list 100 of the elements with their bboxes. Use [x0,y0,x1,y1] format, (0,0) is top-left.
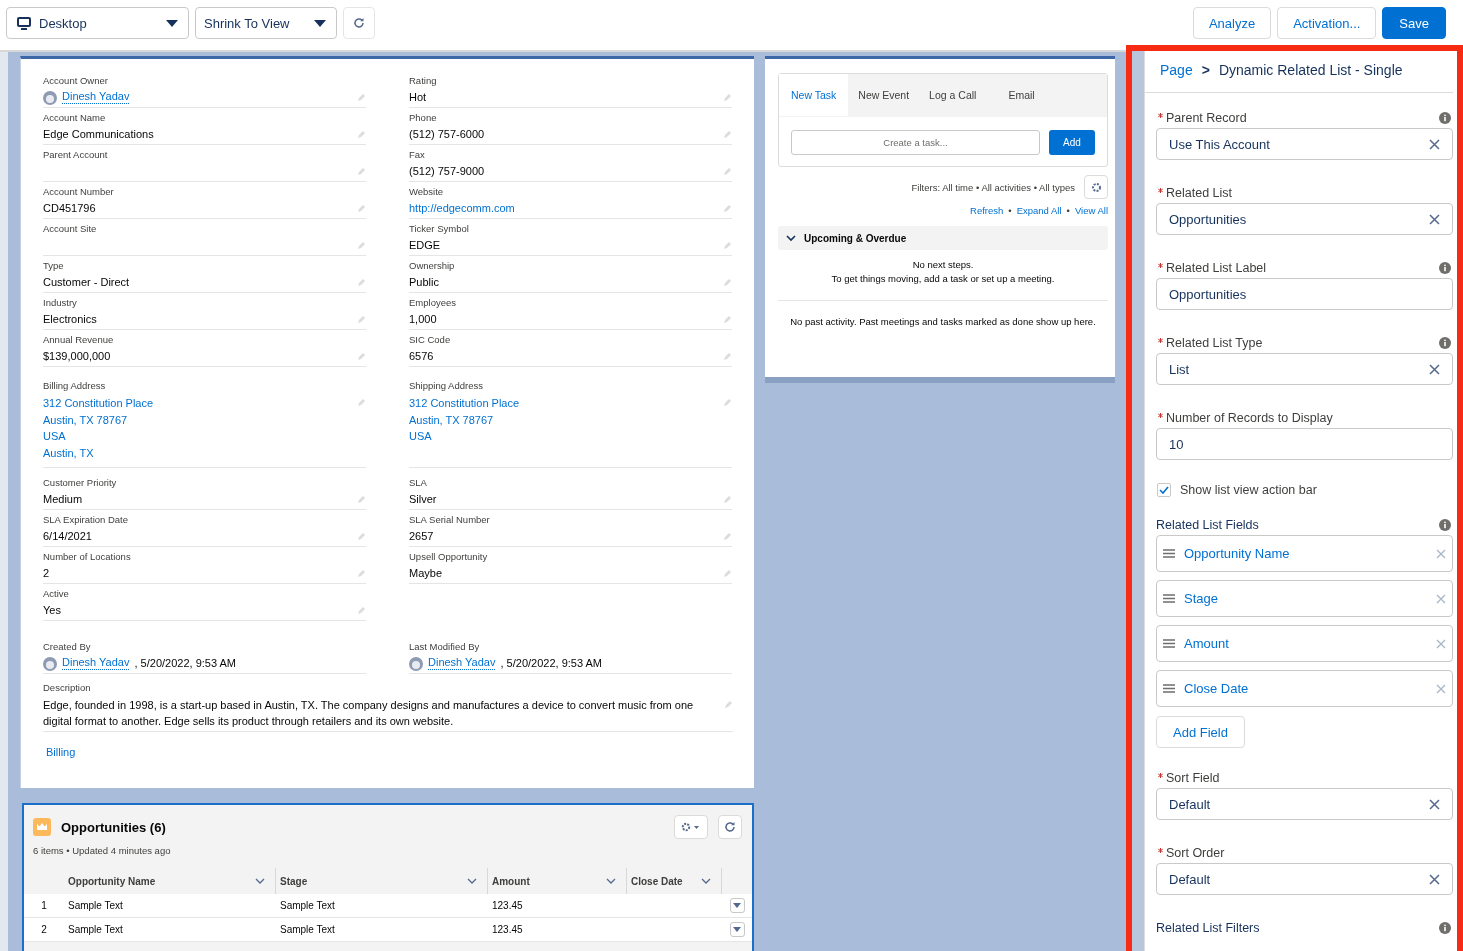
toolbar-button[interactable]: Analyze [1192,7,1272,39]
timestamp: , 5/20/2022, 9:53 AM [500,656,602,671]
pencil-icon[interactable] [723,315,732,324]
pencil-icon[interactable] [357,495,366,504]
pencil-icon[interactable] [723,495,732,504]
pencil-icon[interactable] [357,130,366,139]
pencil-icon[interactable] [357,606,366,615]
field-item[interactable]: Opportunity Name [1156,535,1453,572]
field-label: Active [43,588,70,600]
pencil-icon[interactable] [357,398,366,407]
clear-icon[interactable] [1429,363,1440,375]
pencil-icon[interactable] [723,241,732,250]
address-link[interactable]: USA [409,428,520,445]
user-link[interactable]: Dinesh Yadav [428,656,496,670]
pencil-icon[interactable] [357,167,366,176]
pencil-icon[interactable] [357,315,366,324]
pencil-icon[interactable] [723,398,732,407]
empty-message: No next steps. [912,258,974,272]
pencil-icon[interactable] [723,569,732,578]
clear-icon[interactable] [1429,213,1440,225]
address-link[interactable]: 312 Constitution Place [43,395,154,412]
pencil-icon[interactable] [357,352,366,361]
field-label: Billing Address [43,380,107,392]
remove-icon[interactable] [1436,638,1446,649]
refresh-button[interactable] [343,7,375,39]
remove-icon[interactable] [1436,548,1446,559]
info-icon[interactable] [1439,519,1451,531]
combobox[interactable]: Default [1156,863,1453,895]
billing-link[interactable]: Billing [46,746,76,758]
pencil-icon[interactable] [357,569,366,578]
combobox[interactable]: Default [1156,788,1453,820]
property-label: Sort Field [1166,771,1220,785]
info-icon[interactable] [1439,922,1451,934]
activity-link[interactable]: Expand All [1016,205,1062,216]
address-link[interactable]: Austin, TX 78767 [409,411,520,428]
pencil-icon[interactable] [724,700,733,709]
info-icon[interactable] [1439,337,1451,349]
clear-icon[interactable] [1429,798,1440,810]
pencil-icon[interactable] [723,204,732,213]
field-label: SLA Serial Number [409,514,491,526]
combobox[interactable]: Use This Account [1156,128,1453,160]
clear-icon[interactable] [1429,873,1440,885]
pencil-icon[interactable] [357,241,366,250]
refresh-button[interactable] [718,815,742,839]
pencil-icon[interactable] [723,278,732,287]
pencil-icon[interactable] [723,352,732,361]
crown-icon [33,818,51,836]
pencil-icon[interactable] [357,532,366,541]
drag-handle-icon[interactable] [1163,684,1175,693]
pencil-icon[interactable] [723,167,732,176]
breadcrumb-link[interactable]: Page [1160,61,1193,78]
address-link[interactable]: 312 Constitution Place [409,395,520,412]
toolbar-button[interactable]: Save [1382,7,1446,39]
checkbox[interactable] [1157,483,1171,497]
pencil-icon[interactable] [357,204,366,213]
address-link[interactable]: USA [43,428,154,445]
change-owner-icon[interactable] [357,93,366,102]
toolbar-button[interactable]: Activation... [1277,7,1377,39]
clear-icon[interactable] [1429,138,1440,150]
pencil-icon[interactable] [723,93,732,102]
pencil-icon[interactable] [357,278,366,287]
field-value: Maybe [409,566,443,581]
pencil-icon[interactable] [723,130,732,139]
row-action-button[interactable] [729,898,745,913]
row-action-button[interactable] [729,922,745,937]
settings-menu-button[interactable] [674,815,708,839]
field-item[interactable]: Stage [1156,580,1453,617]
add-button[interactable]: Add [1049,130,1095,155]
activity-tab[interactable]: New Task [779,74,849,116]
field-item[interactable]: Amount [1156,625,1453,662]
combobox[interactable]: Opportunities [1156,203,1453,235]
field-item[interactable]: Close Date [1156,670,1453,707]
website-link[interactable]: http://edgecomm.com [409,201,515,216]
activity-link[interactable]: Refresh [970,205,1004,216]
remove-icon[interactable] [1436,593,1446,604]
pencil-icon[interactable] [723,532,732,541]
input-field[interactable]: 10 [1156,428,1453,460]
gear-icon [1090,181,1102,193]
address-link[interactable]: Austin, TX 78767 [43,411,154,428]
remove-icon[interactable] [1436,683,1446,694]
task-input[interactable]: Create a task... [791,130,1040,155]
device-dropdown[interactable]: Desktop [6,7,189,39]
filter-settings-button[interactable] [1084,175,1108,199]
zoom-dropdown[interactable]: Shrink To View [195,7,337,39]
drag-handle-icon[interactable] [1163,549,1175,558]
drag-handle-icon[interactable] [1163,594,1175,603]
user-link[interactable]: Dinesh Yadav [62,90,130,104]
add-field-button[interactable]: Add Field [1156,716,1245,748]
user-link[interactable]: Dinesh Yadav [62,656,130,670]
section-header[interactable]: Upcoming & Overdue [778,226,1108,250]
monitor-icon [17,16,31,30]
input-field[interactable]: Opportunities [1156,278,1453,310]
combobox[interactable]: List [1156,353,1453,385]
activity-link[interactable]: View All [1074,205,1108,216]
property-label: Related List Fields [1156,518,1259,532]
info-icon[interactable] [1439,112,1451,124]
address-link[interactable]: Austin, TX [43,444,154,461]
info-icon[interactable] [1439,262,1451,274]
table-cell-text: 123.45 [491,900,524,911]
drag-handle-icon[interactable] [1163,639,1175,648]
